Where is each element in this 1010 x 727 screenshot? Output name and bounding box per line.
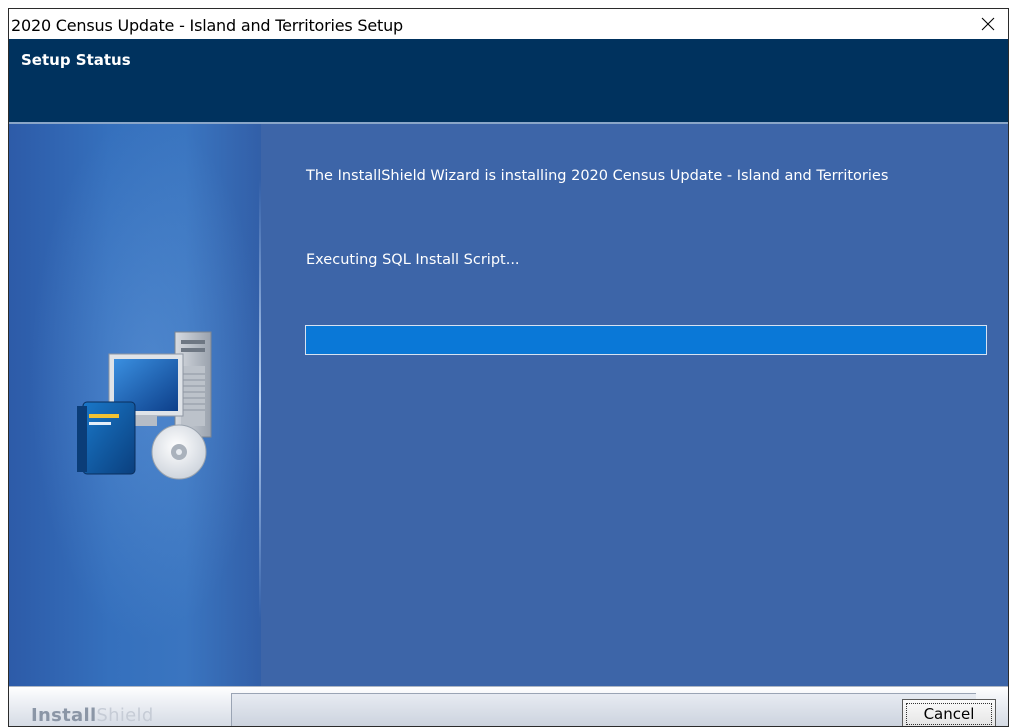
content-area: The InstallShield Wizard is installing 2…	[9, 124, 1008, 686]
setup-window: 2020 Census Update - Island and Territor…	[8, 8, 1009, 727]
page-heading: Setup Status	[21, 51, 131, 69]
cancel-button[interactable]: Cancel	[902, 699, 996, 726]
progress-fill	[306, 326, 986, 354]
window-title: 2020 Census Update - Island and Territor…	[11, 16, 403, 35]
side-graphic-panel	[9, 124, 261, 686]
title-bar: 2020 Census Update - Island and Territor…	[9, 9, 1008, 39]
close-icon	[981, 17, 995, 31]
computer-cd-icon	[77, 331, 212, 480]
progress-bar	[305, 325, 987, 355]
header-banner: Setup Status	[9, 39, 1008, 124]
installshield-logo: InstallShield	[31, 705, 154, 726]
close-button[interactable]	[968, 9, 1008, 39]
install-status-message: The InstallShield Wizard is installing 2…	[306, 168, 889, 184]
footer-bar: InstallShield Cancel	[9, 686, 1008, 726]
current-action-text: Executing SQL Install Script...	[306, 252, 520, 268]
